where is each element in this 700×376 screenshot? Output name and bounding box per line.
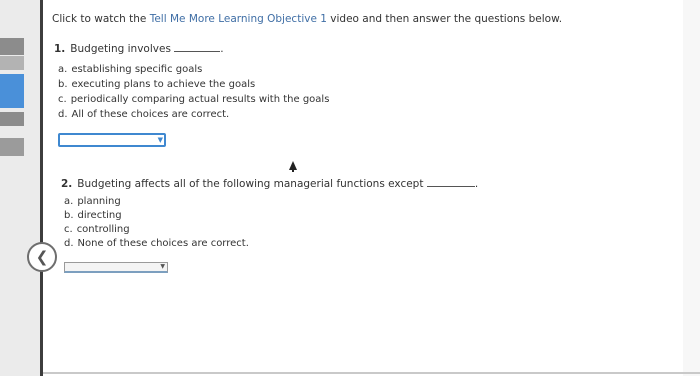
option-letter: b. <box>64 210 74 221</box>
bottom-border <box>43 372 700 374</box>
option-b: b. directing <box>64 210 122 221</box>
caret-down-icon: ▼ <box>160 263 165 270</box>
question-end: . <box>474 178 479 190</box>
sidebar-tab[interactable] <box>0 38 24 55</box>
option-d: d. All of these choices are correct. <box>58 109 229 120</box>
question-end: . <box>220 43 224 55</box>
option-text: None of these choices are correct. <box>77 238 249 249</box>
answer-blank <box>426 177 475 187</box>
sidebar-tab[interactable] <box>0 112 24 126</box>
sidebar-tab[interactable] <box>0 56 24 70</box>
video-link[interactable]: Tell Me More Learning Objective 1 <box>150 13 327 25</box>
option-text: planning <box>77 196 121 207</box>
question-2: 2. Budgeting affects all of the following… <box>61 177 478 190</box>
back-button[interactable]: ❮ <box>27 242 57 272</box>
option-text: periodically comparing actual results wi… <box>70 94 330 105</box>
chevron-left-icon: ❮ <box>35 247 49 266</box>
option-letter: a. <box>58 64 68 75</box>
option-c: c. periodically comparing actual results … <box>58 94 329 105</box>
option-d: d. None of these choices are correct. <box>64 238 249 249</box>
option-letter: a. <box>64 196 74 207</box>
option-text: directing <box>77 210 122 221</box>
sidebar-tab-active[interactable] <box>0 74 24 108</box>
option-c: c. controlling <box>64 224 130 235</box>
sidebar-tab[interactable] <box>0 138 24 156</box>
question-number: 2. <box>61 178 73 190</box>
answer-blank <box>174 42 221 52</box>
option-text: establishing specific goals <box>71 64 203 75</box>
option-letter: c. <box>64 224 73 235</box>
instructions-prefix: Click to watch the <box>52 13 150 25</box>
option-letter: d. <box>64 238 74 249</box>
question-number: 1. <box>54 43 66 55</box>
option-a: a. establishing specific goals <box>58 64 202 75</box>
option-letter: c. <box>58 94 67 105</box>
option-text: controlling <box>76 224 130 235</box>
instructions-text: Click to watch the Tell Me More Learning… <box>52 13 562 25</box>
question-stem: Budgeting affects all of the following m… <box>77 178 424 190</box>
question-stem: Budgeting involves <box>70 43 171 55</box>
caret-down-icon: ▼ <box>157 136 163 144</box>
option-letter: d. <box>58 109 68 120</box>
option-text: executing plans to achieve the goals <box>71 79 256 90</box>
mouse-pointer-tail <box>292 168 294 172</box>
left-sidebar <box>0 0 40 376</box>
instructions-suffix: video and then answer the questions belo… <box>326 13 563 25</box>
option-b: b. executing plans to achieve the goals <box>58 79 255 90</box>
answer-select-1[interactable]: ▼ <box>58 133 166 147</box>
option-a: a. planning <box>64 196 121 207</box>
answer-select-2[interactable]: ▼ <box>64 262 168 273</box>
option-text: All of these choices are correct. <box>71 109 230 120</box>
question-1: 1. Budgeting involves . <box>54 42 224 55</box>
option-letter: b. <box>58 79 68 90</box>
